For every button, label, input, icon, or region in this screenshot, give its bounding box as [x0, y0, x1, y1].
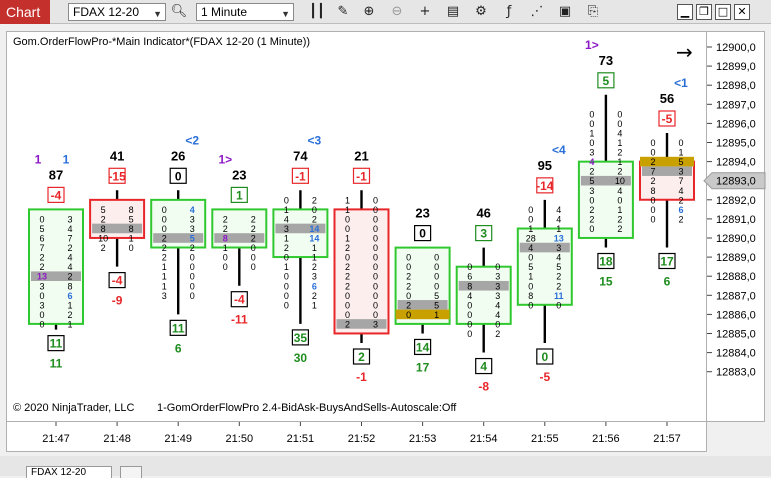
interval-value: 1 Minute [201, 5, 248, 19]
footer-indicator-label: 1-GomOrderFlowPro 2.4-BidAsk-BuysAndSell… [157, 402, 457, 414]
strategy-icon[interactable]: ⚙ [472, 3, 490, 21]
interval-selector[interactable]: 1 Minute ▼ [196, 3, 294, 21]
properties-icon[interactable]: ▤ [444, 3, 462, 21]
price-axis[interactable] [707, 31, 765, 422]
share-icon[interactable]: ⎘ [584, 3, 602, 21]
instrument-value: FDAX 12-20 [73, 5, 140, 19]
bottom-tab-bar [0, 456, 771, 476]
crosshair-icon[interactable]: + [416, 3, 434, 21]
indicator-label: Gom.OrderFlowPro-*Main Indicator*(FDAX 1… [13, 36, 311, 48]
maximize-button[interactable]: □ [715, 4, 731, 20]
chevron-down-icon: ▼ [153, 9, 162, 19]
search-icon[interactable]: 🔍︎ [170, 3, 188, 21]
zoom-in-icon[interactable]: ⊕ [360, 3, 378, 21]
analysis-icon[interactable]: ⋰ [528, 3, 546, 21]
scroll-right-arrow-icon[interactable]: → [676, 40, 693, 64]
chart-tab[interactable]: Chart [0, 0, 50, 24]
copyright-text: © 2020 NinjaTrader, LLC [13, 402, 135, 414]
drawing-pencil-icon[interactable]: ✎ [334, 3, 352, 21]
instrument-tab[interactable]: FDAX 12-20 [26, 466, 112, 478]
chart-toolbar: Chart FDAX 12-20 ▼ 🔍︎ 1 Minute ▼ ┃┃ ✎ ⊕ ⊖ … [0, 0, 771, 24]
chevron-down-icon: ▼ [281, 9, 290, 19]
zoom-out-icon[interactable]: ⊖ [388, 3, 406, 21]
bar-style-icon[interactable]: ┃┃ [308, 3, 326, 21]
instrument-selector[interactable]: FDAX 12-20 ▼ [68, 3, 166, 21]
attach-icon[interactable]: ▣ [556, 3, 574, 21]
add-tab-button[interactable] [120, 466, 142, 478]
close-button[interactable]: ✕ [734, 4, 750, 20]
indicators-icon[interactable]: ƒ [500, 3, 518, 21]
chart-plot-area[interactable] [6, 31, 707, 422]
time-axis[interactable] [6, 422, 707, 452]
minimize-button[interactable]: ▁ [677, 4, 693, 20]
restore-button[interactable]: ❐ [696, 4, 712, 20]
